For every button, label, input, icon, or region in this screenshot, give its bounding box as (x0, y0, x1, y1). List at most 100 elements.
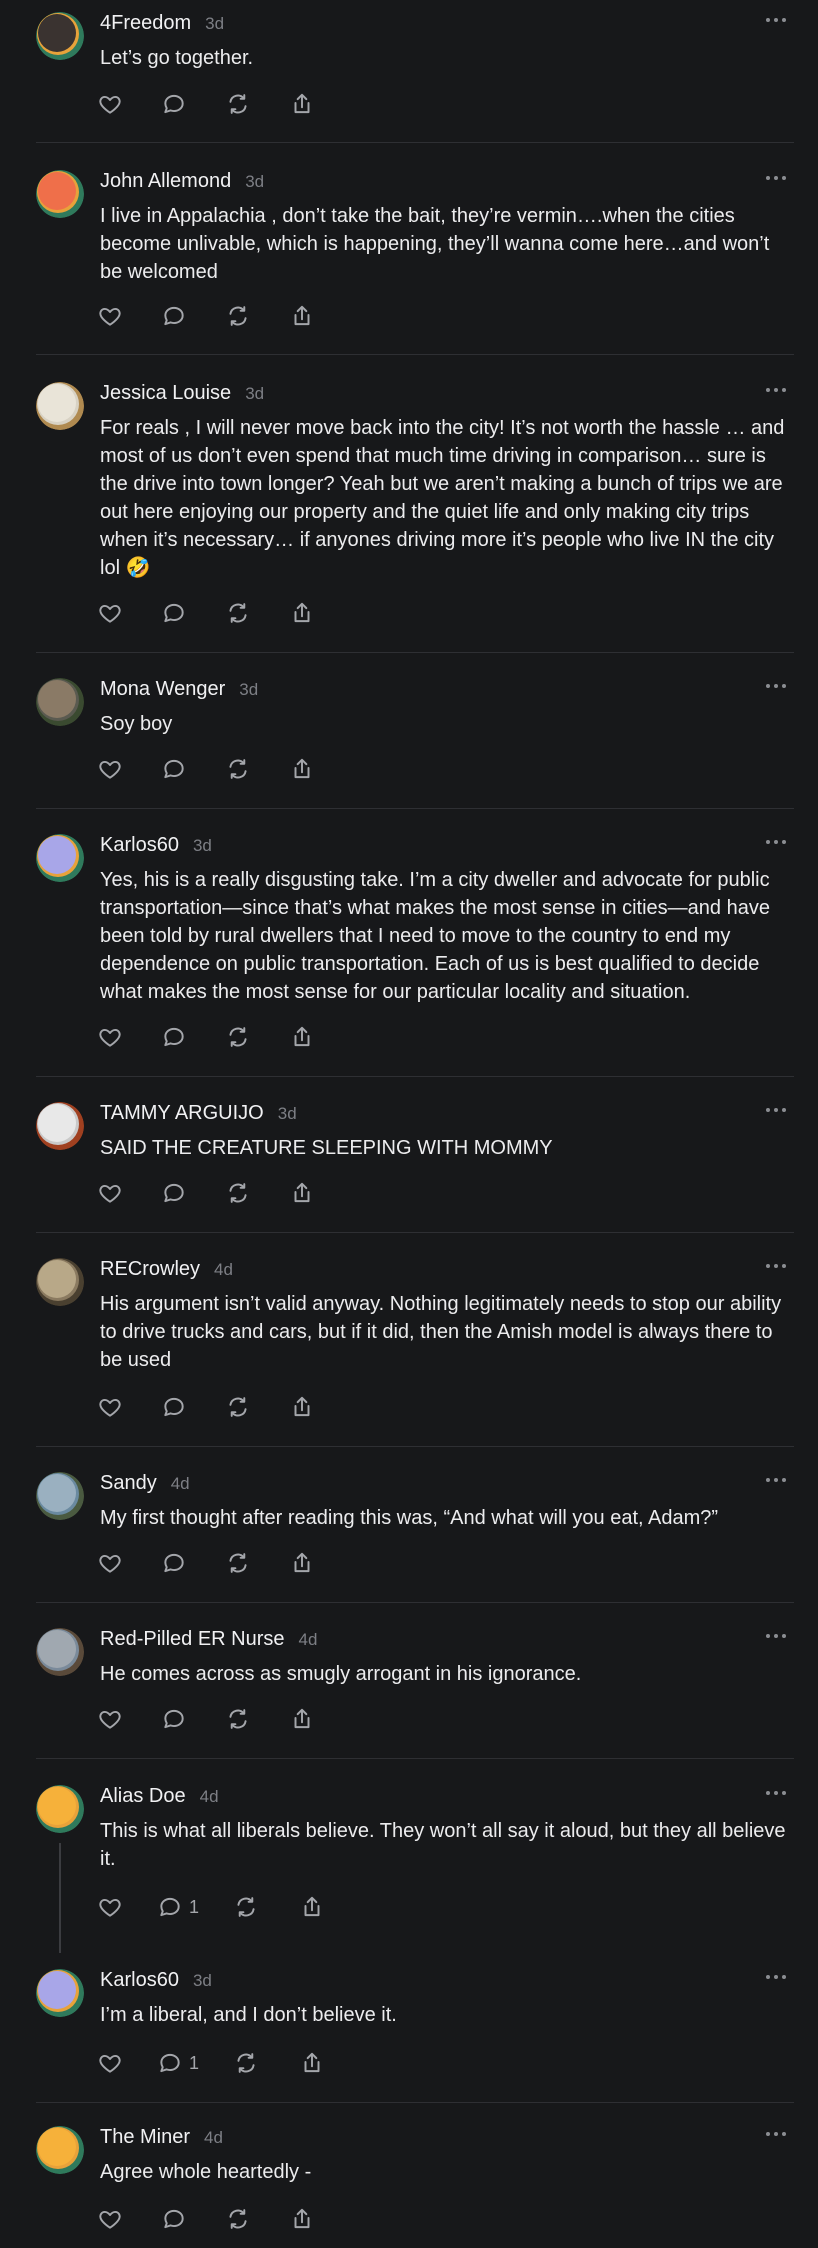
repost-icon (225, 1706, 251, 1732)
comment-author-name[interactable]: RECrowley (100, 1258, 200, 1281)
like-button[interactable] (97, 1021, 123, 1053)
more-options-icon[interactable] (760, 378, 792, 402)
reply-button[interactable]: 1 (157, 1891, 199, 1923)
comment-timestamp: 3d (245, 172, 265, 191)
more-options-icon[interactable] (760, 8, 792, 32)
user-avatar[interactable] (36, 1258, 84, 1306)
comment-author-name[interactable]: Karlos60 (100, 834, 179, 857)
share-button[interactable] (299, 2047, 325, 2079)
user-avatar[interactable] (36, 834, 84, 882)
more-options-icon[interactable] (760, 1254, 792, 1278)
comment-header: The Miner 4d (100, 2126, 223, 2154)
share-button[interactable] (289, 1177, 315, 1209)
more-options-icon[interactable] (760, 2122, 792, 2146)
reply-icon (157, 1894, 183, 1920)
comment-author-name[interactable]: Red-Pilled ER Nurse (100, 1628, 285, 1651)
comment-header: Karlos60 3d (100, 834, 212, 862)
like-button[interactable] (97, 88, 123, 120)
repost-button[interactable] (233, 1891, 259, 1923)
more-options-icon[interactable] (760, 1468, 792, 1492)
share-icon (299, 1894, 325, 1920)
share-button[interactable] (289, 1391, 315, 1423)
share-icon (289, 2206, 315, 2232)
repost-button[interactable] (225, 1177, 251, 1209)
like-button[interactable] (97, 1547, 123, 1579)
reply-button[interactable] (161, 597, 187, 629)
more-options-icon[interactable] (760, 1781, 792, 1805)
share-button[interactable] (299, 1891, 325, 1923)
comment-timestamp: 4d (214, 1260, 233, 1279)
user-avatar[interactable] (36, 170, 84, 218)
like-icon (97, 1894, 123, 1920)
share-button[interactable] (289, 753, 315, 785)
reply-button[interactable] (161, 2203, 187, 2235)
user-avatar[interactable] (36, 1102, 84, 1150)
user-avatar[interactable] (36, 382, 84, 430)
comment-item: Karlos60 3d Yes, his is a really disgustin… (0, 822, 818, 1061)
repost-button[interactable] (233, 2047, 259, 2079)
user-avatar[interactable] (36, 1969, 84, 2017)
reply-button[interactable] (161, 88, 187, 120)
reply-button[interactable]: 1 (157, 2047, 199, 2079)
more-options-icon[interactable] (760, 1098, 792, 1122)
reply-button[interactable] (161, 1547, 187, 1579)
more-options-icon[interactable] (760, 1965, 792, 1989)
reply-button[interactable] (161, 1021, 187, 1053)
share-button[interactable] (289, 1547, 315, 1579)
comment-author-name[interactable]: John Allemond (100, 170, 231, 193)
share-button[interactable] (289, 597, 315, 629)
share-button[interactable] (289, 300, 315, 332)
reply-button[interactable] (161, 1391, 187, 1423)
reply-icon (161, 1180, 187, 1206)
comment-author-name[interactable]: The Miner (100, 2126, 190, 2149)
share-button[interactable] (289, 88, 315, 120)
repost-button[interactable] (225, 1547, 251, 1579)
reply-button[interactable] (161, 1177, 187, 1209)
user-avatar[interactable] (36, 1628, 84, 1676)
repost-button[interactable] (225, 1703, 251, 1735)
more-options-icon[interactable] (760, 1624, 792, 1648)
comment-author-name[interactable]: Sandy (100, 1472, 157, 1495)
user-avatar[interactable] (36, 2126, 84, 2174)
comment-header: TAMMY ARGUIJO 3d (100, 1102, 297, 1130)
like-button[interactable] (97, 1891, 123, 1923)
like-button[interactable] (97, 753, 123, 785)
comment-header: Alias Doe 4d (100, 1785, 219, 1813)
comment-author-name[interactable]: Jessica Louise (100, 382, 231, 405)
comment-author-name[interactable]: Alias Doe (100, 1785, 186, 1808)
comment-actions: 1 (97, 1891, 325, 1923)
like-button[interactable] (97, 300, 123, 332)
repost-button[interactable] (225, 753, 251, 785)
repost-button[interactable] (225, 2203, 251, 2235)
repost-button[interactable] (225, 1391, 251, 1423)
more-options-icon[interactable] (760, 830, 792, 854)
comment-author-name[interactable]: Karlos60 (100, 1969, 179, 1992)
repost-button[interactable] (225, 88, 251, 120)
more-options-icon[interactable] (760, 674, 792, 698)
like-button[interactable] (97, 2203, 123, 2235)
like-button[interactable] (97, 597, 123, 629)
reply-button[interactable] (161, 753, 187, 785)
comment-author-name[interactable]: Mona Wenger (100, 678, 225, 701)
user-avatar[interactable] (36, 678, 84, 726)
user-avatar[interactable] (36, 12, 84, 60)
like-button[interactable] (97, 1391, 123, 1423)
like-button[interactable] (97, 1703, 123, 1735)
repost-button[interactable] (225, 597, 251, 629)
share-button[interactable] (289, 2203, 315, 2235)
repost-button[interactable] (225, 300, 251, 332)
reply-button[interactable] (161, 1703, 187, 1735)
user-avatar[interactable] (36, 1785, 84, 1833)
reply-button[interactable] (161, 300, 187, 332)
more-options-icon[interactable] (760, 166, 792, 190)
comment-author-name[interactable]: TAMMY ARGUIJO (100, 1102, 264, 1125)
share-button[interactable] (289, 1021, 315, 1053)
comment-text: I’m a liberal, and I don’t believe it. (100, 2004, 397, 2026)
repost-button[interactable] (225, 1021, 251, 1053)
comment-timestamp: 4d (204, 2128, 223, 2147)
user-avatar[interactable] (36, 1472, 84, 1520)
like-button[interactable] (97, 1177, 123, 1209)
comment-author-name[interactable]: 4Freedom (100, 12, 191, 35)
share-button[interactable] (289, 1703, 315, 1735)
like-button[interactable] (97, 2047, 123, 2079)
